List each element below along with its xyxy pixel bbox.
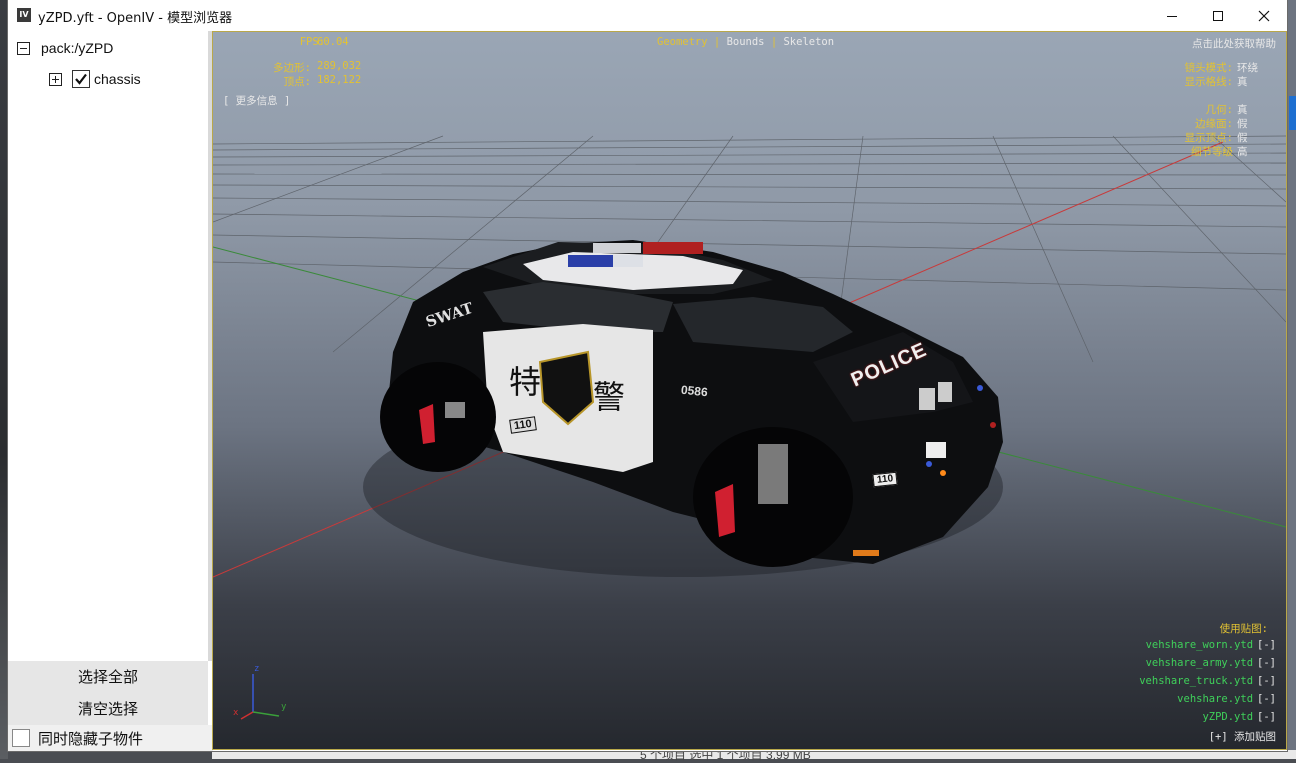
mode-skeleton[interactable]: Skeleton: [783, 36, 834, 48]
more-info-link[interactable]: [ 更多信息 ]: [223, 93, 290, 108]
minimize-icon: [1167, 15, 1177, 17]
minimize-button[interactable]: [1149, 0, 1195, 31]
texture-name: vehshare_truck.ytd: [1139, 675, 1254, 687]
remove-texture-button[interactable]: [-]: [1257, 675, 1276, 687]
axis-gizmo: [240, 674, 280, 720]
openiv-app-icon: IV: [17, 8, 31, 22]
remove-texture-button[interactable]: [-]: [1257, 657, 1276, 669]
texture-item: vehshare_worn.ytd [-]: [1146, 639, 1276, 651]
mode-separator: |: [713, 36, 721, 48]
close-button[interactable]: [1241, 0, 1287, 31]
hide-children-label: 同时隐藏子物件: [38, 729, 144, 748]
setting-label-grid[interactable]: 显示格线:: [1113, 74, 1233, 89]
fps-value: 60.04: [317, 36, 349, 48]
setting-value-edges[interactable]: 假: [1237, 116, 1248, 131]
remove-texture-button[interactable]: [-]: [1257, 693, 1276, 705]
select-all-button[interactable]: 选择全部: [8, 661, 208, 693]
chassis-checkbox[interactable]: [72, 70, 90, 88]
axis-label-y: y: [281, 702, 287, 712]
setting-label-edges[interactable]: 边缘面:: [1113, 116, 1233, 131]
tree-node-chassis[interactable]: chassis: [49, 70, 141, 88]
desktop-background-left: [0, 0, 8, 759]
vertices-value: 182,122: [317, 74, 362, 86]
vertices-label: 顶点:: [283, 76, 311, 88]
tree-chassis-label[interactable]: chassis: [94, 71, 141, 87]
remove-texture-button[interactable]: [-]: [1257, 711, 1276, 723]
hide-children-option[interactable]: 同时隐藏子物件: [8, 725, 213, 751]
car-front-plate: 110: [872, 471, 898, 488]
checkmark-icon: [75, 73, 87, 85]
model-tree: pack:/yZPD chassis: [8, 31, 208, 661]
car-door-char-1: 特: [509, 363, 542, 401]
texture-name: vehshare_worn.ytd: [1145, 639, 1254, 651]
textures-label: 使用贴图:: [1219, 623, 1268, 635]
maximize-icon: [1213, 10, 1223, 21]
left-panel: pack:/yZPD chassis 选择全部 清空选择 同时隐藏子物件: [8, 31, 213, 751]
police-car-model: [363, 240, 1003, 577]
polygons-label: 多边形:: [273, 62, 311, 74]
setting-label-camera[interactable]: 镜头模式:: [1113, 60, 1233, 75]
model-viewer-window: IV yZPD.yft - OpenIV - 模型浏览器 pack:/yZPD …: [8, 0, 1287, 751]
texture-name: vehshare.ytd: [1177, 693, 1254, 705]
car-door-char-2: 警: [593, 378, 626, 416]
desktop-status-strip: 5 个项目 选中 1 个项目 3.99 MB: [212, 748, 1296, 762]
texture-item: vehshare.ytd [-]: [1177, 693, 1276, 705]
collapse-icon[interactable]: [17, 41, 30, 55]
setting-label-lod[interactable]: 细节等级: [1113, 144, 1233, 159]
maximize-button[interactable]: [1195, 0, 1241, 31]
fps-label: FPS:: [299, 36, 325, 48]
expand-icon[interactable]: [49, 72, 62, 86]
setting-value-grid[interactable]: 真: [1237, 74, 1248, 89]
texture-item: vehshare_truck.ytd [-]: [1139, 675, 1276, 687]
help-link[interactable]: 点击此处获取帮助: [1192, 36, 1276, 51]
hide-children-checkbox[interactable]: [12, 729, 30, 747]
3d-viewport[interactable]: SWAT POLICE 特 警 0586 110 110 FPS: 60.04 …: [212, 31, 1287, 750]
texture-item: vehshare_army.ytd [-]: [1146, 657, 1276, 669]
axis-label-x: x: [233, 708, 239, 718]
setting-label-vertices[interactable]: 显示顶点:: [1113, 130, 1233, 145]
mode-bounds[interactable]: Bounds: [727, 36, 765, 48]
selection-buttons: 选择全部 清空选择: [8, 661, 208, 725]
view-mode-switch: Geometry | Bounds | Skeleton: [657, 36, 834, 48]
title-bar[interactable]: IV yZPD.yft - OpenIV - 模型浏览器: [8, 0, 1287, 31]
tree-node-root[interactable]: pack:/yZPD: [17, 40, 113, 56]
desktop-background-right: [1287, 0, 1296, 759]
setting-value-camera[interactable]: 环绕: [1237, 60, 1258, 75]
clear-selection-button[interactable]: 清空选择: [8, 693, 208, 725]
close-icon: [1258, 10, 1270, 21]
mode-geometry[interactable]: Geometry: [657, 36, 708, 48]
setting-value-geometry[interactable]: 真: [1237, 102, 1248, 117]
add-texture-button[interactable]: [+] 添加贴图: [1209, 729, 1276, 744]
polygons-value: 289,032: [317, 60, 362, 72]
mode-separator: |: [770, 36, 778, 48]
texture-name: vehshare_army.ytd: [1145, 657, 1254, 669]
tree-root-label[interactable]: pack:/yZPD: [41, 40, 113, 56]
remove-texture-button[interactable]: [-]: [1257, 639, 1276, 651]
car-number: 0586: [680, 382, 709, 400]
setting-value-vertices[interactable]: 假: [1237, 130, 1248, 145]
desktop-tab: [1289, 96, 1296, 130]
axis-label-z: z: [254, 664, 260, 674]
setting-label-geometry[interactable]: 几何:: [1113, 102, 1233, 117]
setting-value-lod[interactable]: 高: [1237, 144, 1248, 159]
texture-item: yZPD.ytd [-]: [1202, 711, 1276, 723]
texture-name: yZPD.ytd: [1202, 711, 1254, 723]
window-title: yZPD.yft - OpenIV - 模型浏览器: [38, 11, 233, 26]
